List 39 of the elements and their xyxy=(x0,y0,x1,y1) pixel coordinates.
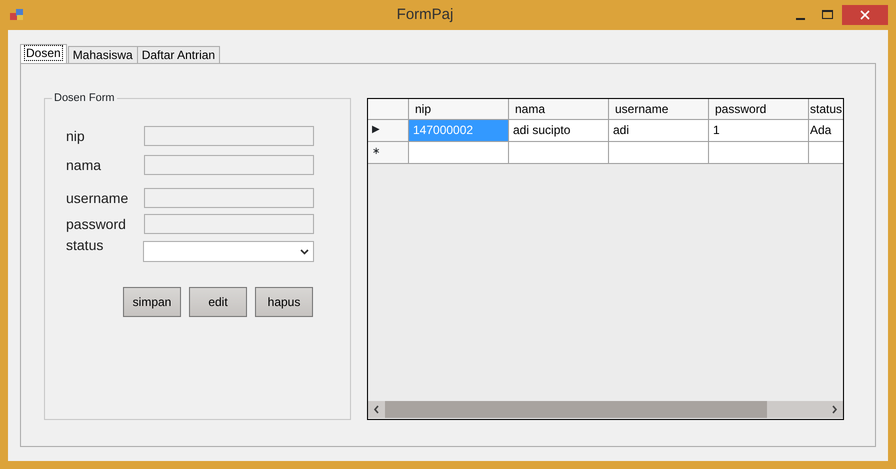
field-label: nip xyxy=(66,126,86,146)
tab[interactable]: Dosen xyxy=(20,44,67,63)
tab[interactable]: Mahasiswa xyxy=(68,46,138,63)
column-header[interactable]: nama xyxy=(509,99,609,120)
window-title: FormPaj xyxy=(396,4,454,25)
column-header[interactable]: status xyxy=(809,99,843,120)
caret-icon xyxy=(300,248,309,254)
scroll-right-icon[interactable] xyxy=(831,405,838,414)
scroll-thumb[interactable] xyxy=(385,401,767,418)
table-cell: adi xyxy=(609,120,709,142)
column-header[interactable]: username xyxy=(609,99,709,120)
minimize-icon xyxy=(796,18,804,20)
field-label: status xyxy=(66,236,104,255)
app-icon xyxy=(10,9,24,21)
close-button[interactable] xyxy=(842,5,888,25)
input-field[interactable] xyxy=(144,126,314,146)
field-label: password xyxy=(66,214,127,234)
field-label: username xyxy=(66,188,130,208)
table-cell: 147000002 xyxy=(409,120,509,142)
row-indicator: ▶ xyxy=(368,120,409,142)
scroll-left-icon[interactable] xyxy=(373,405,380,414)
form-button[interactable]: edit xyxy=(189,287,247,317)
input-field[interactable] xyxy=(144,155,314,175)
field-label: nama xyxy=(66,156,102,174)
row-indicator: ∗ xyxy=(368,142,409,164)
column-header[interactable]: nip xyxy=(409,99,509,120)
status-dropdown[interactable] xyxy=(143,241,314,262)
horizontal-scrollbar[interactable] xyxy=(368,401,843,418)
table-cell: 1 xyxy=(709,120,809,142)
input-field[interactable] xyxy=(144,214,314,234)
table-cell: adi sucipto xyxy=(509,120,609,142)
table-cell: Ada xyxy=(809,120,843,142)
close-icon xyxy=(860,10,870,20)
input-field[interactable] xyxy=(144,188,314,208)
form-button[interactable]: simpan xyxy=(123,287,181,317)
maximize-icon xyxy=(822,10,834,20)
form-button[interactable]: hapus xyxy=(255,287,313,317)
column-header[interactable]: password xyxy=(709,99,809,120)
tab[interactable]: Daftar Antrian xyxy=(136,46,220,63)
